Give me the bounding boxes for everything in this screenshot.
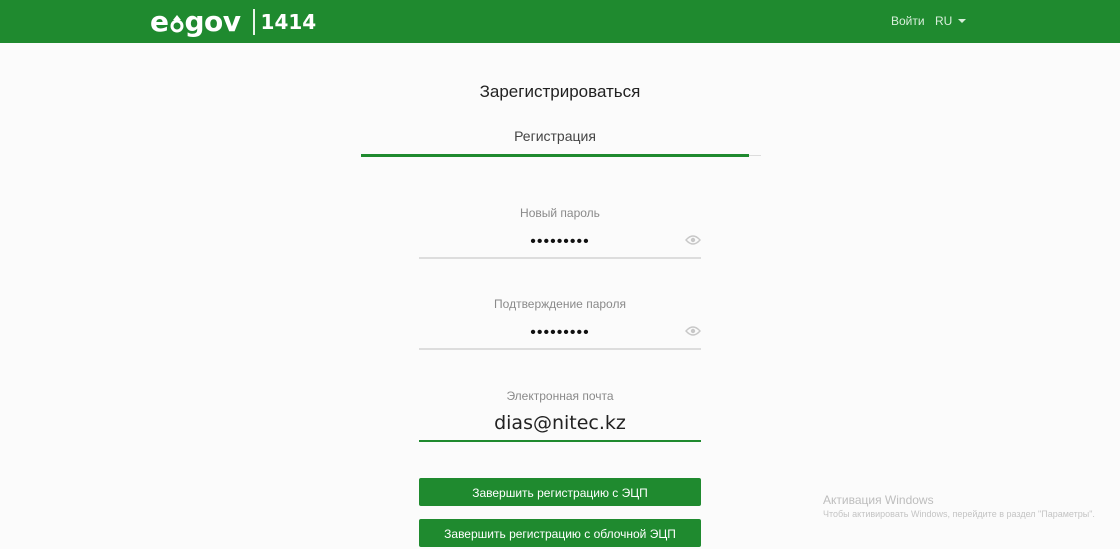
login-link[interactable]: Войти: [891, 14, 925, 28]
email-value: dias@nitec.kz: [494, 412, 626, 434]
new-password-value: •••••••••: [530, 233, 590, 250]
confirm-password-value: •••••••••: [530, 324, 590, 341]
new-password-field[interactable]: •••••••••: [419, 227, 701, 259]
tab-active-indicator: [361, 154, 749, 157]
email-field[interactable]: dias@nitec.kz: [419, 410, 701, 442]
confirm-password-field[interactable]: •••••••••: [419, 318, 701, 350]
egov-logo[interactable]: e gov 1414: [150, 5, 316, 39]
logo-arrow-icon: [170, 15, 183, 33]
logo-wordmark: e gov: [150, 5, 241, 38]
windows-activation-subtitle: Чтобы активировать Windows, перейдите в …: [823, 509, 1095, 519]
email-label: Электронная почта: [506, 389, 614, 403]
tab-registration[interactable]: Регистрация: [361, 128, 749, 144]
windows-activation-title: Активация Windows: [823, 493, 934, 507]
page-title: Зарегистрироваться: [479, 82, 641, 101]
tab-divider: [749, 155, 761, 156]
language-dropdown[interactable]: RU: [935, 14, 967, 28]
confirm-password-label: Подтверждение пароля: [494, 297, 626, 311]
finish-registration-cloud-ecp-button[interactable]: Завершить регистрацию с облочной ЭЦП: [419, 519, 701, 547]
logo-number: 1414: [260, 10, 317, 34]
finish-registration-ecp-button[interactable]: Завершить регистрацию с ЭЦП: [419, 478, 701, 506]
chevron-down-icon: [958, 19, 967, 23]
language-label: RU: [935, 14, 953, 28]
top-header: e gov 1414 Войти RU: [0, 0, 1120, 43]
new-password-label: Новый пароль: [520, 206, 600, 220]
eye-icon[interactable]: [685, 326, 701, 336]
eye-icon[interactable]: [685, 235, 701, 245]
logo-separator: [252, 9, 255, 35]
